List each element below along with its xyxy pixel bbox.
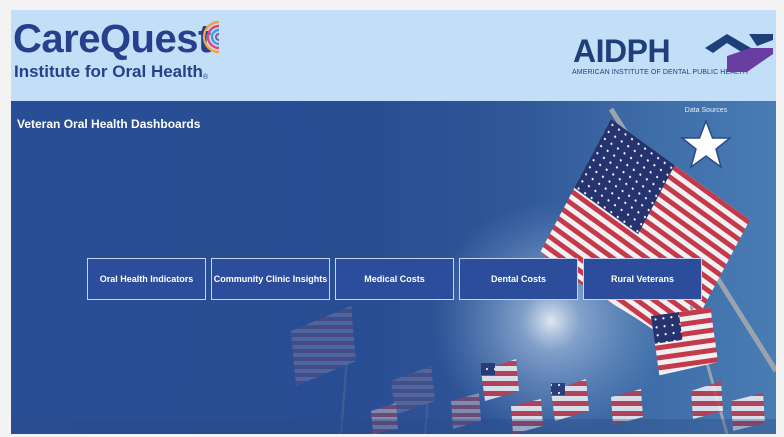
data-sources: Data Sources [671,107,741,172]
hero-section: Veteran Oral Health Dashboards Data Sour… [11,101,776,434]
header-banner: CareQuest Institute for Oral Health® AID… [11,10,776,101]
medical-costs-button[interactable]: Medical Costs [335,258,454,300]
registered-mark: ® [202,74,209,81]
carequest-logo: CareQuest Institute for Oral Health® [13,16,211,88]
dashboard-nav: Oral Health Indicators Community Clinic … [87,258,702,300]
rural-veterans-button[interactable]: Rural Veterans [583,258,702,300]
aidph-chevron-icon [705,34,773,72]
aidph-name: AIDPH [573,33,671,69]
dental-costs-button[interactable]: Dental Costs [459,258,578,300]
carequest-name: CareQuest [13,17,211,61]
data-sources-label: Data Sources [684,107,728,114]
oral-health-indicators-button[interactable]: Oral Health Indicators [87,258,206,300]
carequest-arcs-icon [202,20,220,54]
community-clinic-insights-button[interactable]: Community Clinic Insights [211,258,330,300]
carequest-subtitle-text: Institute for Oral Health [14,62,203,81]
dashboard-frame: CareQuest Institute for Oral Health® AID… [11,10,776,434]
aidph-logo: AIDPH AMERICAN INSTITUTE OF DENTAL PUBLI… [571,32,776,82]
page-title: Veteran Oral Health Dashboards [17,117,201,131]
star-icon[interactable] [678,118,734,172]
carequest-subtitle: Institute for Oral Health® [14,62,211,88]
